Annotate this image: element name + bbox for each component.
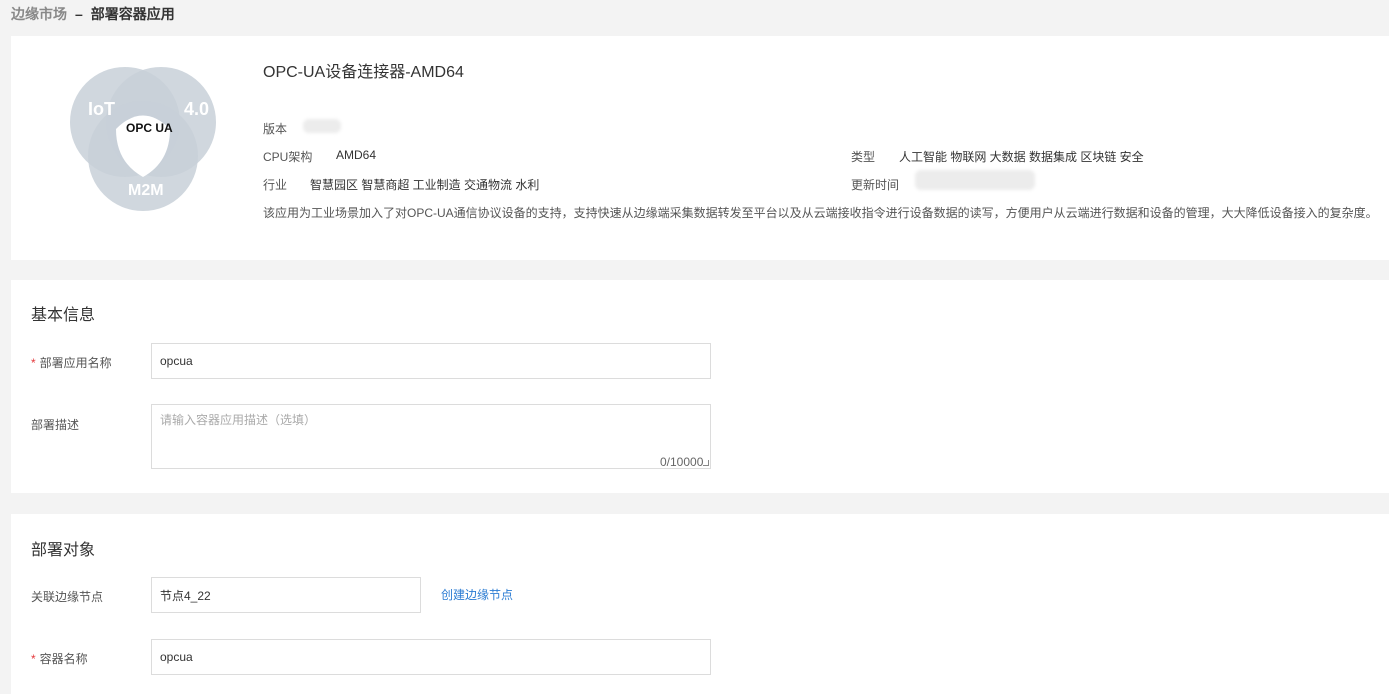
type-label: 类型 (851, 150, 876, 164)
cpu-label: CPU架构 (263, 150, 313, 164)
basic-info-title: 基本信息 (31, 307, 96, 324)
logo-label-iot: IoT (88, 99, 115, 119)
breadcrumb: 边缘市场 – 部署容器应用 (11, 4, 175, 24)
container-name-label: * 容器名称 (31, 650, 88, 667)
textarea-resize-handle[interactable] (703, 460, 709, 466)
container-name-input[interactable] (151, 639, 711, 675)
opc-ua-logo-icon: IoT 4.0 M2M OPC UA (70, 67, 216, 211)
required-mark: * (31, 652, 36, 666)
app-logo: IoT 4.0 M2M OPC UA (70, 67, 216, 213)
container-name-label-text: 容器名称 (39, 652, 88, 666)
logo-label-m2m: M2M (128, 182, 164, 199)
app-title: OPC-UA设备连接器-AMD64 (263, 64, 464, 81)
breadcrumb-root-link[interactable]: 边缘市场 (11, 4, 67, 24)
cpu-value: AMD64 (336, 148, 377, 162)
app-info-card: IoT 4.0 M2M OPC UA OPC-UA设备连接器-AMD64 版本 … (11, 36, 1389, 260)
deploy-target-card: 部署对象 关联边缘节点 创建边缘节点 *容器名称 (11, 514, 1389, 694)
app-name-label-text: 部署应用名称 (39, 356, 112, 370)
app-description: 该应用为工业场景加入了对OPC-UA通信协议设备的支持，支持快速从边缘端采集数据… (263, 206, 1378, 220)
type-value: 人工智能 物联网 大数据 数据集成 区块链 安全 (899, 150, 1144, 164)
version-value-redacted (303, 119, 341, 133)
industry-label: 行业 (263, 178, 288, 192)
basic-info-card: 基本信息 *部署应用名称 部署描述 0/10000 (11, 280, 1389, 493)
edge-node-input[interactable] (151, 577, 421, 613)
breadcrumb-separator: – (75, 6, 83, 22)
update-time-label: 更新时间 (851, 178, 900, 192)
description-textarea[interactable] (151, 404, 711, 469)
logo-center-text: OPC UA (126, 121, 173, 135)
app-name-label: * 部署应用名称 (31, 354, 112, 371)
industry-value: 智慧园区 智慧商超 工业制造 交通物流 水利 (310, 178, 540, 192)
desc-label: 部署描述 (31, 418, 80, 432)
version-label: 版本 (263, 122, 288, 136)
update-time-value-redacted (915, 170, 1035, 190)
create-edge-node-link[interactable]: 创建边缘节点 (441, 586, 513, 603)
deploy-target-title: 部署对象 (31, 542, 96, 559)
edge-node-label: 关联边缘节点 (31, 590, 104, 604)
app-name-input[interactable] (151, 343, 711, 379)
breadcrumb-current: 部署容器应用 (90, 6, 175, 22)
required-mark: * (31, 356, 36, 370)
description-char-counter: 0/10000 (660, 455, 704, 469)
logo-label-40: 4.0 (184, 99, 209, 119)
